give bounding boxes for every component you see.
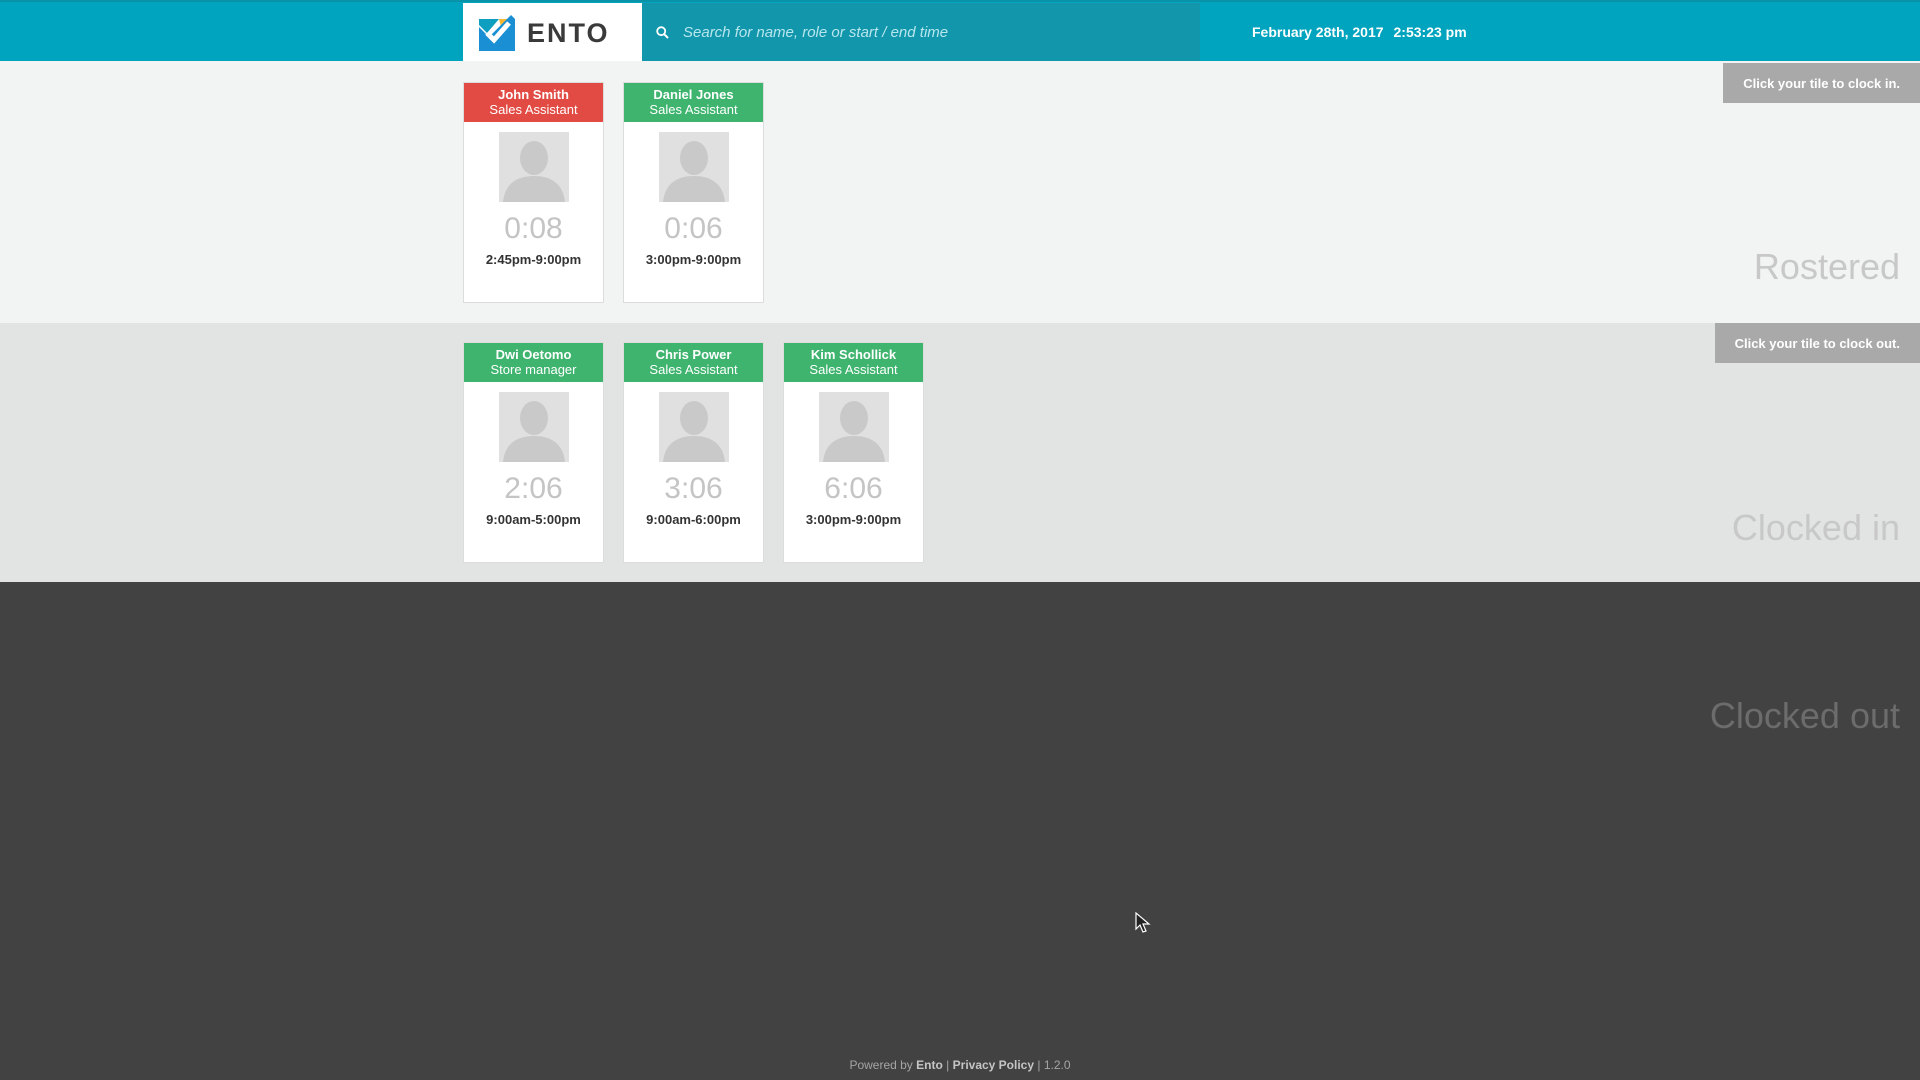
footer-separator: | xyxy=(1037,1058,1041,1072)
clock-in-hint: Click your tile to clock in. xyxy=(1723,63,1920,103)
employee-name: Chris Power xyxy=(655,347,732,362)
employee-role: Sales Assistant xyxy=(649,102,738,117)
employee-role: Sales Assistant xyxy=(489,102,578,117)
ento-logo-icon xyxy=(479,15,515,51)
elapsed-time: 0:06 xyxy=(664,212,723,245)
search-bar[interactable] xyxy=(642,3,1200,62)
user-silhouette-icon xyxy=(658,392,729,462)
rostered-label: Rostered xyxy=(1753,246,1900,287)
tile-header: Kim Schollick Sales Assistant xyxy=(784,343,923,382)
app-version: 1.2.0 xyxy=(1043,1058,1071,1072)
powered-by-text: Powered by xyxy=(849,1058,913,1072)
current-datetime: February 28th, 2017 2:53:23 pm xyxy=(1252,24,1477,40)
elapsed-time: 0:08 xyxy=(504,212,563,245)
employee-tile[interactable]: John Smith Sales Assistant 0:08 2:45pm-9… xyxy=(463,82,604,303)
user-silhouette-icon xyxy=(498,392,569,462)
search-input[interactable] xyxy=(681,11,1200,54)
user-silhouette-icon xyxy=(658,132,729,202)
shift-time: 9:00am-5:00pm xyxy=(486,512,581,527)
employee-name: Kim Schollick xyxy=(810,347,897,362)
clocked-in-label: Clocked in xyxy=(1731,507,1900,548)
search-icon xyxy=(656,26,669,39)
rostered-section: Click your tile to clock in. John Smith … xyxy=(0,61,1920,323)
elapsed-time: 6:06 xyxy=(824,472,883,505)
current-date: February 28th, 2017 xyxy=(1252,24,1384,40)
current-time: 2:53:23 pm xyxy=(1393,24,1467,40)
shift-time: 3:00pm-9:00pm xyxy=(805,512,902,527)
tile-header: Dwi Oetomo Store manager xyxy=(464,343,603,382)
employee-role: Store manager xyxy=(490,362,577,377)
tile-header: Chris Power Sales Assistant xyxy=(624,343,763,382)
employee-tile[interactable]: Dwi Oetomo Store manager 2:06 9:00am-5:0… xyxy=(463,342,604,563)
shift-time: 3:00pm-9:00pm xyxy=(645,252,742,267)
employee-tile[interactable]: Chris Power Sales Assistant 3:06 9:00am-… xyxy=(623,342,764,563)
employee-tile[interactable]: Daniel Jones Sales Assistant 0:06 3:00pm… xyxy=(623,82,764,303)
user-silhouette-icon xyxy=(498,132,569,202)
tile-header: Daniel Jones Sales Assistant xyxy=(624,83,763,122)
top-bar: ENTO February 28th, 2017 2:53:23 pm xyxy=(0,0,1920,63)
employee-name: John Smith xyxy=(498,87,569,102)
elapsed-time: 2:06 xyxy=(504,472,563,505)
user-silhouette-icon xyxy=(818,392,889,462)
ento-link[interactable]: Ento xyxy=(916,1058,943,1072)
employee-tile[interactable]: Kim Schollick Sales Assistant 6:06 3:00p… xyxy=(783,342,924,563)
employee-role: Sales Assistant xyxy=(649,362,738,377)
tile-header: John Smith Sales Assistant xyxy=(464,83,603,122)
mouse-pointer-icon xyxy=(1135,912,1151,933)
clocked-out-label: Clocked out xyxy=(1709,695,1900,736)
clocked-out-section: Clocked out xyxy=(0,582,1920,1080)
brand-logo[interactable]: ENTO xyxy=(463,3,642,63)
footer-separator: | xyxy=(946,1058,950,1072)
clock-out-hint: Click your tile to clock out. xyxy=(1714,323,1920,363)
elapsed-time: 3:06 xyxy=(664,472,723,505)
shift-time: 2:45pm-9:00pm xyxy=(485,252,582,267)
clocked-in-section: Click your tile to clock out. Dwi Oetomo… xyxy=(0,323,1920,582)
footer: Powered by Ento | Privacy Policy | 1.2.0 xyxy=(0,1058,1920,1072)
employee-name: Daniel Jones xyxy=(653,87,734,102)
privacy-policy-link[interactable]: Privacy Policy xyxy=(953,1058,1034,1072)
employee-name: Dwi Oetomo xyxy=(495,347,572,362)
shift-time: 9:00am-6:00pm xyxy=(646,512,741,527)
employee-role: Sales Assistant xyxy=(809,362,898,377)
brand-name: ENTO xyxy=(527,17,610,48)
